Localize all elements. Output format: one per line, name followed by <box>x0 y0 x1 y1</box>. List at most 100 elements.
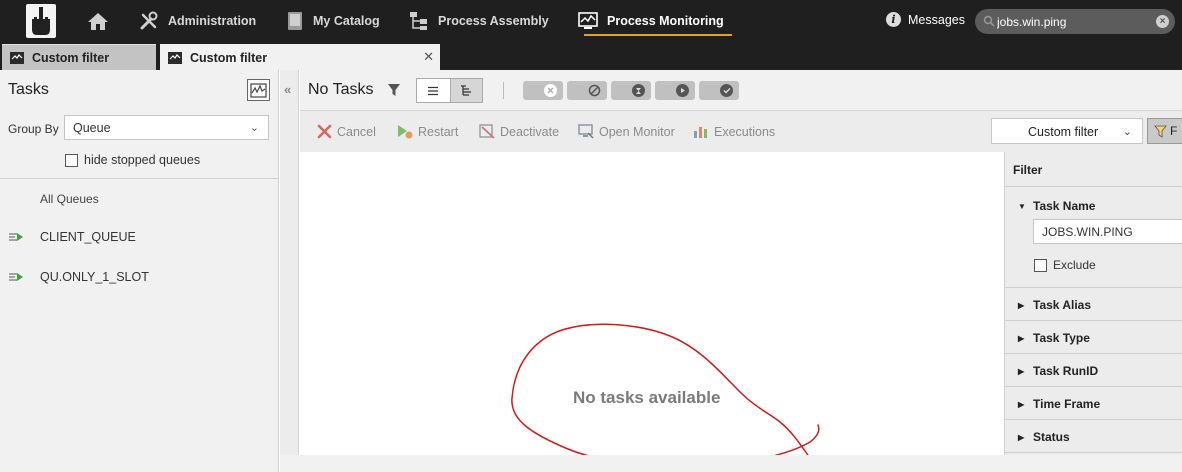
group-by-label: Group By <box>8 122 59 136</box>
view-mode-toggle <box>416 78 483 103</box>
open-monitor-button[interactable]: Open Monitor <box>578 124 675 139</box>
status-filter-completed[interactable] <box>699 81 739 100</box>
divider <box>1005 386 1182 387</box>
nav-process-assembly[interactable]: Process Assembly <box>409 0 549 42</box>
status-filter-running[interactable] <box>655 81 695 100</box>
queue-play-icon <box>9 273 23 281</box>
caret-right-icon: ▶ <box>1018 400 1025 409</box>
section-label: Task Alias <box>1033 298 1092 312</box>
hide-stopped-queues[interactable]: hide stopped queues <box>65 153 200 167</box>
tab-strip: Custom filter Custom filter ✕ <box>0 42 1182 71</box>
collapse-left-panel[interactable]: « <box>280 70 299 472</box>
nav-my-catalog[interactable]: My Catalog <box>286 0 380 42</box>
divider <box>503 82 504 99</box>
restart-button[interactable]: Restart <box>397 124 458 139</box>
executions-button[interactable]: Executions <box>693 124 775 139</box>
filter-funnel-icon[interactable] <box>387 83 401 97</box>
caret-right-icon: ▶ <box>1018 367 1025 376</box>
divider <box>1005 353 1182 354</box>
section-label: Time Frame <box>1033 397 1101 411</box>
hide-stopped-label: hide stopped queues <box>84 153 201 167</box>
cancel-button[interactable]: Cancel <box>317 124 376 139</box>
hourglass-icon <box>632 84 645 97</box>
messages-link[interactable]: i Messages <box>886 12 965 27</box>
divider <box>1005 419 1182 420</box>
hand-logo-icon <box>32 7 50 35</box>
restart-icon <box>398 125 413 139</box>
filter-panel: Filter ▼ Task Name JOBS.WIN.PING Exclude… <box>1004 152 1182 455</box>
exclude-label: Exclude <box>1053 258 1096 272</box>
tree-view-button[interactable] <box>449 79 482 102</box>
empty-state-message: No tasks available <box>573 388 721 407</box>
clear-search-icon[interactable]: × <box>1156 15 1169 28</box>
deactivate-label: Deactivate <box>500 124 560 139</box>
section-label: Task Type <box>1033 331 1090 345</box>
search-icon <box>983 15 995 27</box>
queue-item-only-1-slot[interactable]: QU.ONLY_1_SLOT <box>8 270 149 284</box>
section-label: Task Name <box>1033 199 1096 213</box>
deactivate-icon <box>479 124 495 139</box>
global-search: × <box>975 9 1175 34</box>
main-header: No Tasks <box>300 70 1182 111</box>
queue-item-client-queue[interactable]: CLIENT_QUEUE <box>8 230 136 244</box>
queue-item-label: CLIENT_QUEUE <box>40 230 136 244</box>
filter-button-label: F <box>1170 124 1178 138</box>
bottom-strip <box>280 455 1182 472</box>
divider <box>1005 320 1182 321</box>
divider <box>1005 186 1182 187</box>
double-chevron-left-icon: « <box>284 82 292 97</box>
nav-administration[interactable]: Administration <box>139 0 256 42</box>
search-input[interactable] <box>997 13 1147 30</box>
monitor-icon <box>578 124 594 139</box>
exclude-toggle[interactable]: Exclude <box>1034 258 1096 272</box>
list-icon <box>428 86 439 95</box>
monitor-chart-icon <box>10 51 24 64</box>
main-title: No Tasks <box>308 81 374 98</box>
messages-label: Messages <box>908 12 965 27</box>
tab-custom-filter-2[interactable]: Custom filter ✕ <box>160 44 440 71</box>
caret-right-icon: ▶ <box>1018 334 1025 343</box>
filter-funnel-icon <box>1154 125 1167 138</box>
status-filter-canceled[interactable] <box>523 81 563 100</box>
info-icon: i <box>886 12 901 27</box>
status-filter-waiting[interactable] <box>611 81 651 100</box>
queue-item-all[interactable]: All Queues <box>40 192 99 206</box>
restart-label: Restart <box>418 124 459 139</box>
monitor-chart-icon <box>250 82 267 98</box>
task-name-input[interactable]: JOBS.WIN.PING <box>1033 219 1182 244</box>
status-filter-blocked[interactable] <box>567 81 607 100</box>
nav-process-monitoring[interactable]: Process Monitoring <box>578 0 732 42</box>
executions-label: Executions <box>714 124 776 139</box>
tab-label: Custom filter <box>32 50 110 65</box>
open-monitor-label: Open Monitor <box>599 124 675 139</box>
nav-home[interactable] <box>87 0 118 42</box>
deactivate-button[interactable]: Deactivate <box>479 124 559 139</box>
list-view-button[interactable] <box>417 79 450 102</box>
tools-icon <box>140 11 158 30</box>
filter-toggle-button[interactable]: F <box>1147 118 1182 144</box>
chart-view-button[interactable] <box>247 79 270 101</box>
group-by-select[interactable]: Queue ⌄ <box>64 115 269 140</box>
hide-stopped-checkbox[interactable] <box>65 153 78 167</box>
caret-right-icon: ▶ <box>1018 433 1025 442</box>
section-label: Task RunID <box>1033 364 1099 378</box>
divider <box>0 178 279 179</box>
task-action-bar: Cancel Restart Deactivate Open Monitor E… <box>300 111 1182 152</box>
nav-administration-label: Administration <box>168 14 257 28</box>
exclude-checkbox[interactable] <box>1034 258 1047 272</box>
nav-my-catalog-label: My Catalog <box>313 14 380 28</box>
bar-chart-icon <box>694 127 707 138</box>
close-circle-icon <box>544 84 557 97</box>
home-icon <box>88 13 108 30</box>
filter-preset-select[interactable]: Custom filter ⌄ <box>991 118 1143 144</box>
tab-custom-filter-1[interactable]: Custom filter <box>2 44 156 70</box>
close-tab-icon[interactable]: ✕ <box>423 49 434 65</box>
monitor-chart-icon <box>168 51 182 64</box>
app-logo[interactable] <box>26 4 56 38</box>
divider <box>1005 287 1182 288</box>
monitor-chart-icon <box>578 12 598 29</box>
group-by-value: Queue <box>73 121 111 135</box>
catalog-book-icon <box>288 12 302 30</box>
hand-drawn-annotation <box>511 323 821 472</box>
blocked-icon <box>588 84 601 97</box>
